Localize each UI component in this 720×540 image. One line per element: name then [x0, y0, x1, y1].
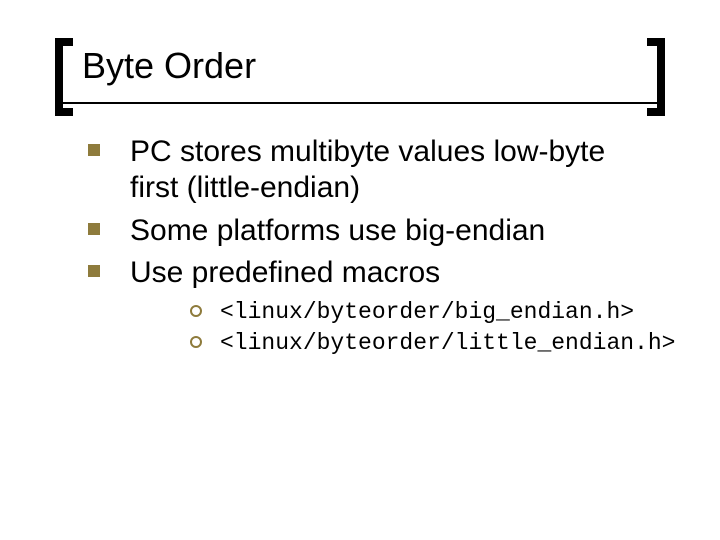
body-area: PC stores multibyte values low-byte firs… [0, 86, 720, 358]
list-item: PC stores multibyte values low-byte firs… [60, 134, 660, 207]
bullet-text: PC stores multibyte values low-byte firs… [130, 134, 660, 207]
circle-bullet-icon [190, 305, 202, 317]
bullet-text: <linux/byteorder/big_endian.h> [220, 298, 634, 327]
bullet-text: Use predefined macros [130, 255, 440, 292]
circle-bullet-icon [190, 336, 202, 348]
list-item: <linux/byteorder/little_endian.h> [190, 329, 660, 358]
bullet-text: <linux/byteorder/little_endian.h> [220, 329, 675, 358]
slide-title: Byte Order [82, 46, 720, 86]
title-underline [55, 102, 665, 104]
square-bullet-icon [88, 265, 100, 277]
bullet-list-level1: PC stores multibyte values low-byte firs… [60, 134, 660, 292]
list-item: <linux/byteorder/big_endian.h> [190, 298, 660, 327]
bullet-list-level2: <linux/byteorder/big_endian.h> <linux/by… [60, 298, 660, 358]
list-item: Some platforms use big-endian [60, 213, 660, 250]
list-item: Use predefined macros [60, 255, 660, 292]
square-bullet-icon [88, 144, 100, 156]
title-area: Byte Order [0, 0, 720, 86]
bullet-text: Some platforms use big-endian [130, 213, 545, 250]
slide: Byte Order PC stores multibyte values lo… [0, 0, 720, 540]
square-bullet-icon [88, 223, 100, 235]
